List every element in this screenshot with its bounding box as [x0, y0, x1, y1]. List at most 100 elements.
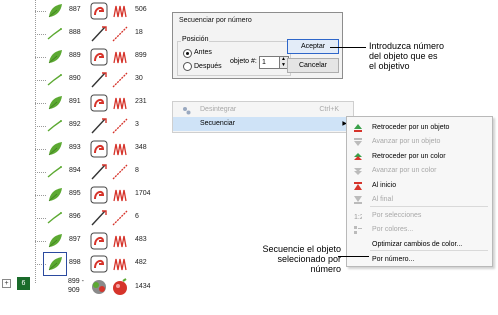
fill-stitch-icon	[111, 94, 129, 112]
callout-top-line-3: el objetivo	[369, 61, 410, 71]
menu-item-shortcut: Ctrl+K	[319, 106, 339, 113]
leaf-object-icon	[46, 232, 64, 250]
fill-stitch-icon	[111, 48, 129, 66]
submenu-item-al-inicio[interactable]: Al inicio	[347, 179, 492, 193]
submenu-item-label: Retroceder por un objeto	[372, 124, 450, 131]
leaf-object-icon	[46, 2, 64, 20]
leaf-object-icon	[46, 48, 64, 66]
object-row[interactable]: 888 18	[0, 23, 160, 46]
submenu-item-avanzar-por-un-color[interactable]: Avanzar por un color	[347, 164, 492, 178]
submenu-item-avanzar-por-un-objeto[interactable]: Avanzar por un objeto	[347, 135, 492, 149]
leaf-object-icon	[46, 186, 64, 204]
run-object-icon	[46, 163, 64, 181]
object-row[interactable]: 896 6	[0, 207, 160, 230]
object-row[interactable]: 894 8	[0, 161, 160, 184]
run-object-icon	[46, 117, 64, 135]
object-row[interactable]: 889 899	[0, 46, 160, 69]
tree-connector	[35, 57, 46, 58]
leaf-object-icon	[46, 94, 64, 112]
stitch-count: 1704	[135, 190, 151, 197]
stitch-count: 482	[135, 259, 147, 266]
object-number: 888	[69, 29, 81, 36]
menu-item-label: Desintegrar	[200, 106, 237, 113]
submenu-item-por-selecciones[interactable]: 1:2 Por selecciones	[347, 209, 492, 223]
object-list: 887 506 888 18 889 899 890 30 891 231 892 3 893 348 89…	[0, 0, 160, 315]
back-one-color-icon	[354, 153, 362, 161]
fill-type-icon	[90, 140, 108, 158]
group-number-range: 899 - 909	[68, 277, 84, 295]
object-number: 894	[69, 167, 81, 174]
object-row[interactable]: 892 3	[0, 115, 160, 138]
group-stitch-count: 1434	[135, 283, 151, 290]
tree-connector	[35, 34, 46, 35]
object-row[interactable]: 891 231	[0, 92, 160, 115]
stitch-count: 506	[135, 6, 147, 13]
object-row[interactable]: 893 348	[0, 138, 160, 161]
submenu-item-label: Por selecciones	[372, 212, 422, 219]
stitch-count: 8	[135, 167, 139, 174]
group-row[interactable]: + 6 899 - 909 1434	[0, 269, 160, 295]
fill-type-icon	[90, 48, 108, 66]
sequence-submenu: Retroceder por un objeto Avanzar por un o…	[346, 116, 493, 267]
run-type-icon	[90, 163, 108, 181]
fill-type-icon	[90, 186, 108, 204]
callout-enter-number: Introduzca número del objeto que es el o…	[369, 41, 444, 71]
context-menu: Desintegrar Ctrl+K Secuenciar ▶	[172, 101, 354, 133]
group-badge: 6	[17, 277, 30, 290]
object-number-field[interactable]: 1	[259, 56, 280, 69]
object-row[interactable]: 897 483	[0, 230, 160, 253]
forward-one-color-icon	[354, 167, 362, 175]
stitch-count: 348	[135, 144, 147, 151]
run-stitch-icon	[111, 117, 129, 135]
stitch-count: 483	[135, 236, 147, 243]
stitch-count: 899	[135, 52, 147, 59]
stitch-count: 18	[135, 29, 143, 36]
submenu-item-retroceder-por-un-color[interactable]: Retroceder por un color	[347, 150, 492, 164]
leaf-object-icon	[46, 140, 64, 158]
tree-connector	[35, 103, 46, 104]
run-stitch-icon	[111, 71, 129, 89]
tree-connector	[35, 172, 46, 173]
submenu-item-label: Por colores...	[372, 226, 414, 233]
object-row[interactable]: 895 1704	[0, 184, 160, 207]
stitch-count: 231	[135, 98, 147, 105]
group-ball-icon	[111, 278, 129, 296]
expand-group-icon[interactable]: +	[2, 279, 11, 288]
after-radio[interactable]	[183, 62, 192, 71]
menu-separator	[370, 250, 488, 251]
callout-top-line-2: del objeto que es	[369, 51, 438, 61]
group-number-start: 899 -	[68, 278, 84, 285]
tree-connector	[35, 149, 46, 150]
menu-item-disintegrate[interactable]: Desintegrar Ctrl+K	[173, 103, 353, 117]
spin-down-icon[interactable]: ▼	[281, 63, 286, 68]
by-selections-icon: 1:2	[354, 212, 364, 221]
object-row[interactable]: 887 506	[0, 0, 160, 23]
object-number: 895	[69, 190, 81, 197]
run-stitch-icon	[111, 25, 129, 43]
submenu-item-al-final[interactable]: Al final	[347, 193, 492, 207]
submenu-item-retroceder-por-un-objeto[interactable]: Retroceder por un objeto	[347, 121, 492, 135]
run-stitch-icon	[111, 209, 129, 227]
run-type-icon	[90, 117, 108, 135]
before-radio[interactable]	[183, 49, 192, 58]
object-number: 892	[69, 121, 81, 128]
callout-sequence-selected: Secuencie el objeto selecionado por núme…	[241, 244, 341, 274]
position-label: Posición	[181, 36, 210, 43]
fill-type-icon	[90, 2, 108, 20]
fill-stitch-icon	[111, 140, 129, 158]
sequence-by-number-dialog: Secuenciar por número Posición Antes Des…	[172, 12, 343, 79]
object-number: 889	[69, 52, 81, 59]
callout-bottom-line-3: número	[310, 264, 341, 274]
tree-connector	[35, 195, 46, 196]
callout-pointer-bottom	[338, 256, 369, 257]
fill-stitch-icon	[111, 186, 129, 204]
submenu-item-label: Por número...	[372, 256, 415, 263]
back-one-object-icon	[354, 124, 362, 132]
cancel-button[interactable]: Cancelar	[287, 58, 339, 73]
submenu-item-label: Avanzar por un color	[372, 167, 437, 174]
menu-item-sequence[interactable]: Secuenciar ▶	[173, 117, 353, 131]
object-row[interactable]: 890 30	[0, 69, 160, 92]
submenu-item-por-colores[interactable]: Por colores...	[347, 223, 492, 237]
callout-bottom-line-1: Secuencie el objeto	[262, 244, 341, 254]
to-end-icon	[354, 196, 362, 204]
